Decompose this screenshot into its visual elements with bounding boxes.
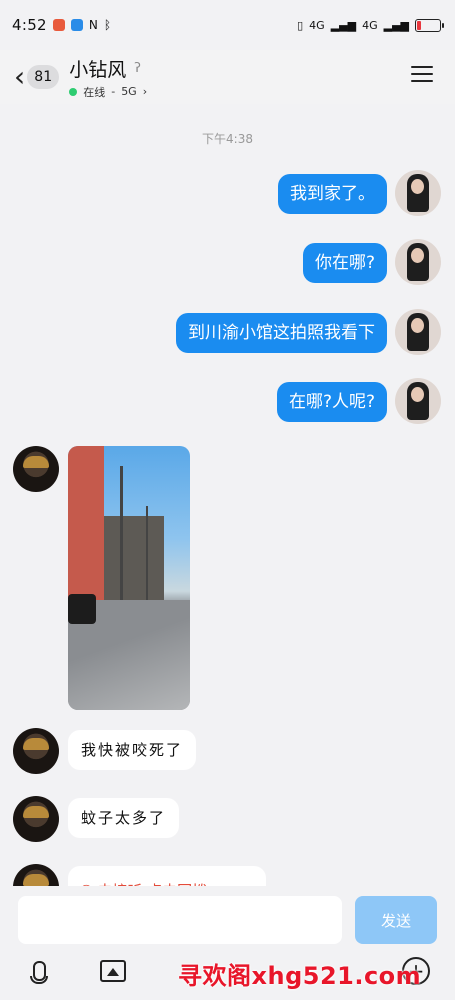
incoming-message[interactable]: 蚊子太多了 xyxy=(68,798,180,838)
online-status: 在线 xyxy=(83,85,106,99)
send-button[interactable]: 发送 xyxy=(355,896,437,944)
online-dot xyxy=(69,87,78,96)
message-input[interactable] xyxy=(18,896,342,944)
network-label: 4G xyxy=(309,18,325,32)
signal-icon: ▂▄▆ xyxy=(330,18,357,32)
vibrate-icon: ▯ xyxy=(297,18,304,32)
avatar[interactable] xyxy=(13,728,59,774)
contact-name: 小钻风 xyxy=(69,58,127,81)
mic-icon[interactable] xyxy=(24,956,54,986)
status-bar: 4:52 N ᛒ ▯ 4G ▂▄▆ 4G ▂▄▆ xyxy=(0,0,455,50)
outgoing-message[interactable]: 到川渝小馆这拍照我看下 xyxy=(176,313,387,354)
status-time: 4:52 xyxy=(12,16,47,34)
chevron-left-icon[interactable]: ‹ xyxy=(14,63,25,91)
avatar[interactable] xyxy=(395,239,441,285)
outgoing-message[interactable]: 你在哪? xyxy=(302,243,387,284)
cloud-icon xyxy=(70,19,83,31)
incoming-message[interactable]: 我快被咬死了 xyxy=(68,730,197,770)
network-label-2: 4G xyxy=(362,18,378,32)
status-separator: - xyxy=(111,85,116,98)
outgoing-message[interactable]: 我到家了。 xyxy=(278,174,387,215)
outgoing-message[interactable]: 在哪?人呢? xyxy=(276,382,387,423)
image-icon[interactable] xyxy=(98,956,128,986)
avatar[interactable] xyxy=(13,796,59,842)
avatar[interactable] xyxy=(395,309,441,355)
message-timestamp: 下午4:38 xyxy=(202,132,253,146)
signal-icon-2: ▂▄▆ xyxy=(383,18,409,32)
network-status: 5G xyxy=(121,85,137,98)
contact-info[interactable]: 小钻风 ʔ 在线 - 5G › xyxy=(69,55,147,100)
chevron-right-icon: › xyxy=(142,85,148,98)
avatar[interactable] xyxy=(13,446,59,492)
unread-count-badge[interactable]: 81 xyxy=(27,65,60,89)
battery-icon xyxy=(415,18,444,32)
notification-icon xyxy=(52,19,65,31)
ear-icon: ʔ xyxy=(134,60,141,76)
chat-header: ‹ 81 小钻风 ʔ 在线 - 5G › xyxy=(0,50,455,104)
menu-icon[interactable] xyxy=(411,66,433,87)
photo-message[interactable] xyxy=(68,446,190,710)
bluetooth-icon: ᛒ xyxy=(103,18,112,32)
avatar[interactable] xyxy=(395,170,441,216)
avatar[interactable] xyxy=(395,378,441,424)
nfc-icon: N xyxy=(88,18,98,32)
watermark: 寻欢阁xhg521.com xyxy=(178,962,422,990)
